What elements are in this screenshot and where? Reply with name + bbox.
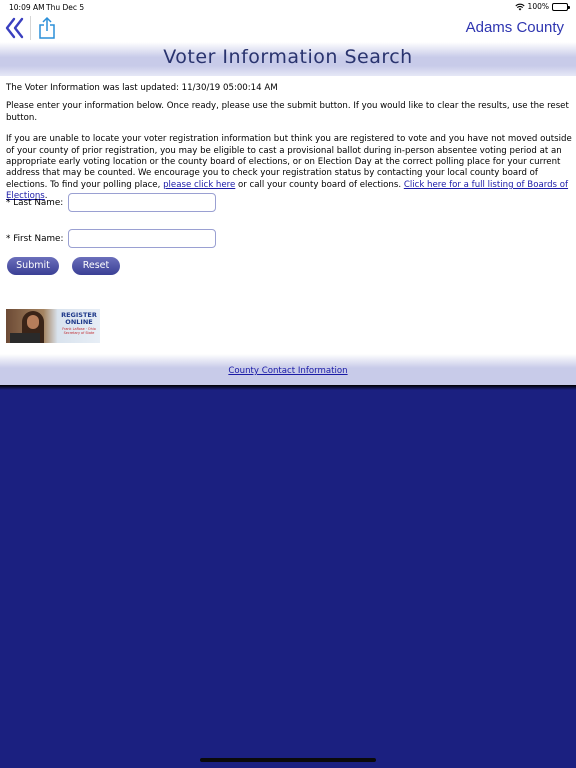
or-call-text: or call your county board of elections. — [235, 179, 404, 190]
last-name-row: * Last Name: — [6, 193, 217, 212]
status-bar: 10:09 AM Thu Dec 5 100% — [0, 0, 576, 14]
county-contact-link[interactable]: County Contact Information — [228, 366, 347, 376]
last-name-label: * Last Name: — [6, 197, 64, 208]
polling-place-link[interactable]: please click here — [163, 180, 235, 190]
home-indicator[interactable] — [200, 758, 376, 762]
laptop-icon — [10, 333, 40, 343]
instructions-text: Please enter your information below. Onc… — [6, 101, 569, 123]
first-name-label: * First Name: — [6, 233, 64, 244]
county-title: Adams County — [465, 19, 564, 36]
banner-heading: REGISTER ONLINE — [58, 312, 100, 326]
footer: County Contact Information — [0, 366, 576, 376]
wifi-icon — [514, 3, 525, 10]
banner-line2: ONLINE — [65, 318, 93, 326]
reset-button[interactable]: Reset — [72, 257, 120, 275]
banner-subtext: Frank LaRose · Ohio Secretary of State — [62, 327, 96, 335]
last-name-input[interactable] — [68, 193, 217, 212]
main-content: The Voter Information was last updated: … — [6, 83, 572, 210]
nav-divider — [30, 16, 31, 40]
background-area — [0, 390, 576, 768]
page-title: Voter Information Search — [163, 46, 413, 68]
submit-button[interactable]: Submit — [7, 257, 59, 275]
share-icon — [39, 16, 55, 39]
status-time: 10:09 AM — [9, 3, 45, 12]
person-face — [27, 315, 39, 329]
status-date: Thu Dec 5 — [46, 3, 85, 12]
status-right: 100% — [514, 2, 570, 11]
first-name-row: * First Name: — [6, 229, 217, 248]
last-updated-text: The Voter Information was last updated: … — [6, 83, 278, 93]
first-name-input[interactable] — [68, 229, 217, 248]
nav-bar: Adams County — [0, 14, 576, 42]
share-button[interactable] — [36, 15, 58, 41]
double-chevron-left-icon — [5, 17, 24, 39]
battery-percent: 100% — [527, 2, 549, 11]
back-button[interactable] — [4, 14, 26, 42]
register-online-banner[interactable]: REGISTER ONLINE Frank LaRose · Ohio Secr… — [6, 309, 100, 343]
battery-icon — [552, 2, 570, 11]
